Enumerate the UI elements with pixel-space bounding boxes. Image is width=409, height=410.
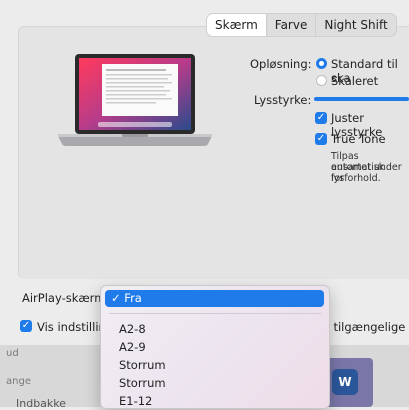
airplay-label: AirPlay-skærm: <box>22 291 110 305</box>
word-app-icon[interactable]: W <box>332 369 358 395</box>
true-tone-description-line3: lysforhold. <box>331 173 381 184</box>
tab-night-shift[interactable]: Night Shift <box>316 14 395 36</box>
background-text-2: ange <box>6 376 31 387</box>
airplay-menu-item-a2-9[interactable]: A2-9 <box>109 339 321 356</box>
brightness-label: Lysstyrke: <box>254 93 312 107</box>
background-text-1: ud <box>6 348 19 359</box>
tab-skaerm[interactable]: Skærm <box>207 14 267 36</box>
resolution-scaled-radio[interactable] <box>316 75 327 86</box>
resolution-label: Opløsning: <box>250 57 312 71</box>
background-inbox-label: Indbakke <box>16 397 67 410</box>
auto-brightness-checkbox[interactable]: ✓ <box>315 112 327 124</box>
airplay-dropdown-menu: ✓ Fra A2-8 A2-9 Storrum Storrum E1-12 <box>100 285 330 409</box>
true-tone-checkbox[interactable]: ✓ <box>315 133 327 145</box>
airplay-menu-item-fra[interactable]: ✓ Fra <box>105 290 324 307</box>
tab-farve[interactable]: Farve <box>267 14 317 36</box>
brightness-slider[interactable] <box>314 97 409 101</box>
show-mirroring-label-trailing: er tilgængelige <box>318 320 406 334</box>
menu-separator <box>109 313 321 314</box>
airplay-menu-item-storrum-2[interactable]: Storrum <box>109 375 321 392</box>
resolution-scaled-label: Skaleret <box>331 74 379 88</box>
tab-bar: Skærm Farve Night Shift <box>207 14 396 36</box>
airplay-menu-item-storrum-1[interactable]: Storrum <box>109 357 321 374</box>
show-mirroring-checkbox[interactable]: ✓ <box>20 320 32 332</box>
true-tone-label: True Tone <box>331 132 386 146</box>
airplay-menu-item-a2-8[interactable]: A2-8 <box>109 321 321 338</box>
laptop-display-icon <box>58 54 212 146</box>
resolution-default-radio[interactable] <box>316 58 327 69</box>
